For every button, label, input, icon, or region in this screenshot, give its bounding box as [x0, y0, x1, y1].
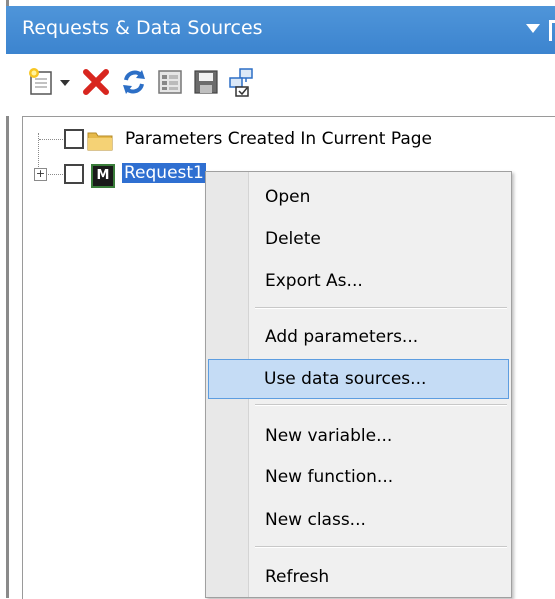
new-request-icon[interactable]: [26, 66, 58, 98]
menu-item-label: Use data sources...: [264, 369, 427, 389]
panel-titlebar[interactable]: Requests & Data Sources: [6, 6, 555, 54]
menu-item-label: New variable...: [265, 426, 393, 446]
panel-title: Requests & Data Sources: [22, 17, 263, 39]
tree-item-checkbox[interactable]: [64, 164, 84, 184]
menu-item-new-variable[interactable]: New variable...: [209, 416, 508, 456]
folder-icon: [87, 129, 113, 151]
dropdown-arrow-icon[interactable]: [58, 66, 72, 98]
tree-line: [39, 139, 63, 140]
pin-icon[interactable]: [549, 20, 555, 41]
refresh-icon[interactable]: [118, 66, 150, 98]
menu-item-label: Open: [265, 187, 311, 207]
tree-item-request1[interactable]: Request1: [122, 163, 206, 183]
menu-item-refresh[interactable]: Refresh: [209, 557, 508, 597]
menu-item-label: Delete: [265, 229, 321, 249]
menu-item-new-class[interactable]: New class...: [209, 500, 508, 540]
menu-separator: [255, 307, 507, 309]
toolbar: [6, 54, 555, 116]
properties-icon[interactable]: [154, 66, 186, 98]
menu-item-label: Refresh: [265, 567, 330, 587]
menu-separator: [255, 546, 507, 548]
menu-item-use-data-sources[interactable]: Use data sources...: [208, 359, 509, 399]
menu-item-export-as[interactable]: Export As...: [209, 261, 508, 301]
tree-item-parameters[interactable]: Parameters Created In Current Page: [125, 129, 432, 149]
menu-item-label: Add parameters...: [265, 327, 419, 347]
menu-item-label: New class...: [265, 510, 366, 530]
menu-separator: [255, 404, 507, 406]
tree-line: [46, 174, 63, 175]
menu-item-label: New function...: [265, 467, 394, 487]
structure-icon[interactable]: [226, 66, 258, 98]
tree-item-checkbox[interactable]: [64, 129, 84, 149]
menu-item-open[interactable]: Open: [209, 177, 508, 217]
menu-item-delete[interactable]: Delete: [209, 219, 508, 259]
m-icon: M: [91, 164, 115, 188]
menu-item-add-parameters[interactable]: Add parameters...: [209, 317, 508, 357]
context-menu: Open Delete Export As... Add parameters.…: [205, 171, 512, 598]
menu-item-new-function[interactable]: New function...: [209, 457, 508, 497]
delete-icon[interactable]: [80, 66, 112, 98]
panel-menu-chevron-down-icon[interactable]: [526, 24, 540, 33]
save-icon[interactable]: [190, 66, 222, 98]
expand-plus-icon[interactable]: +: [34, 168, 47, 181]
menu-item-label: Export As...: [265, 271, 363, 291]
